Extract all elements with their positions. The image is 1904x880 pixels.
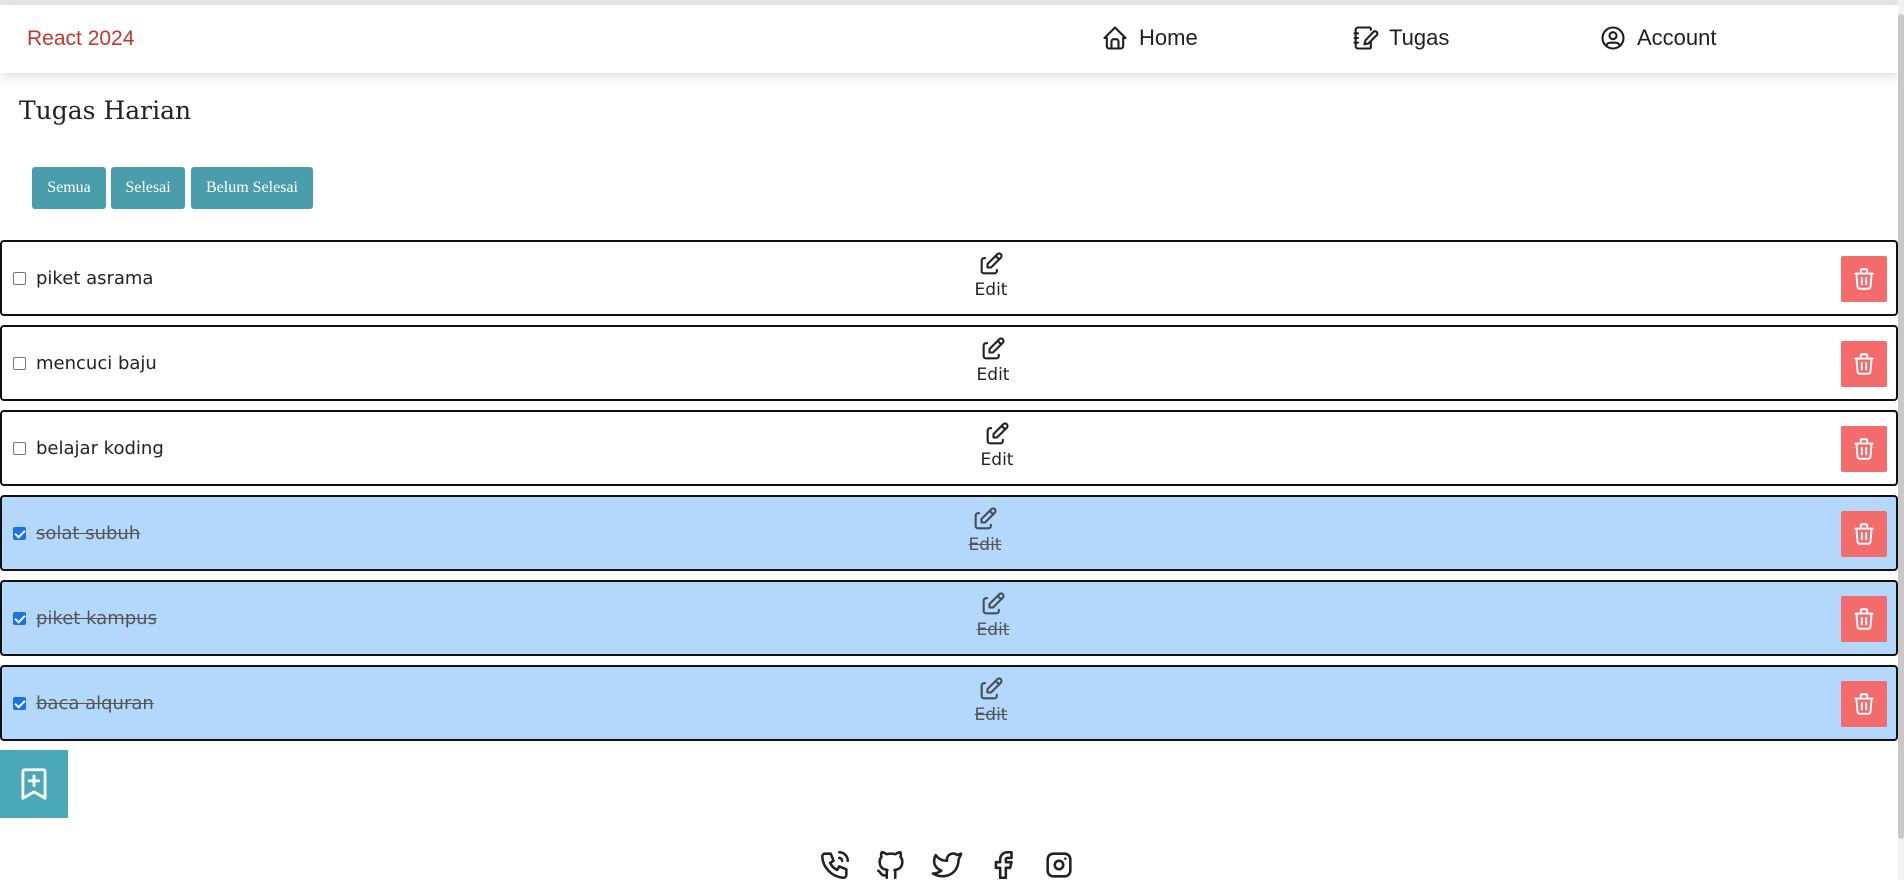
bookmark-plus-icon	[21, 768, 47, 800]
task-checkbox[interactable]	[13, 442, 26, 455]
page-title: Tugas Harian	[19, 96, 192, 125]
task-row: piket asrama Edit	[0, 240, 1898, 316]
task-row: solat subuh Edit	[0, 495, 1898, 571]
task-checkbox[interactable]	[13, 527, 26, 540]
filter-done-button[interactable]: Selesai	[111, 167, 185, 209]
task-row: baca alquran Edit	[0, 665, 1898, 741]
task-label: piket asrama	[36, 268, 154, 289]
home-icon	[1103, 26, 1127, 50]
edit-label: Edit	[976, 620, 1010, 640]
nav-tugas-label: Tugas	[1389, 25, 1450, 50]
task-label: mencuci baju	[36, 353, 157, 374]
edit-icon	[986, 422, 1009, 445]
footer-social-icons	[818, 848, 1076, 880]
edit-label: Edit	[980, 450, 1014, 470]
edit-label: Edit	[976, 365, 1010, 385]
edit-button[interactable]: Edit	[960, 505, 1010, 555]
delete-button[interactable]	[1841, 341, 1887, 387]
task-checkbox[interactable]	[13, 272, 26, 285]
task-row: mencuci baju Edit	[0, 325, 1898, 401]
brand-logo[interactable]: React 2024	[27, 27, 134, 51]
task-row: belajar koding Edit	[0, 410, 1898, 486]
nav-link-account[interactable]: Account	[1599, 24, 1717, 52]
trash-icon	[1854, 608, 1874, 630]
task-checkbox[interactable]	[13, 612, 26, 625]
delete-button[interactable]	[1841, 256, 1887, 302]
task-checkbox[interactable]	[13, 357, 26, 370]
edit-icon	[982, 592, 1005, 615]
scrollbar-thumb[interactable]	[1898, 14, 1904, 839]
task-row: piket kampus Edit	[0, 580, 1898, 656]
task-label: baca alquran	[36, 693, 154, 714]
edit-button[interactable]: Edit	[972, 420, 1022, 470]
nav-link-home[interactable]: Home	[1101, 24, 1198, 52]
trash-icon	[1854, 353, 1874, 375]
edit-icon	[974, 507, 997, 530]
task-label: belajar koding	[36, 438, 164, 459]
edit-button[interactable]: Edit	[966, 675, 1016, 725]
trash-icon	[1854, 523, 1874, 545]
trash-icon	[1854, 268, 1874, 290]
trash-icon	[1854, 693, 1874, 715]
filter-all-button[interactable]: Semua	[32, 167, 106, 209]
facebook-icon[interactable]	[986, 848, 1020, 880]
add-task-button[interactable]	[0, 750, 68, 818]
edit-label: Edit	[968, 535, 1002, 555]
instagram-icon[interactable]	[1042, 848, 1076, 880]
nav-home-label: Home	[1139, 25, 1198, 50]
navbar: React 2024 Home Tugas Account	[0, 5, 1898, 73]
user-circle-icon	[1601, 26, 1625, 50]
edit-label: Edit	[974, 280, 1008, 300]
github-icon[interactable]	[874, 848, 908, 880]
delete-button[interactable]	[1841, 511, 1887, 557]
task-checkbox[interactable]	[13, 697, 26, 710]
page-scrollbar[interactable]	[1898, 0, 1904, 880]
task-label: piket kampus	[36, 608, 157, 629]
edit-label: Edit	[974, 705, 1008, 725]
delete-button[interactable]	[1841, 426, 1887, 472]
edit-button[interactable]: Edit	[968, 335, 1018, 385]
delete-button[interactable]	[1841, 681, 1887, 727]
twitter-icon[interactable]	[930, 848, 964, 880]
edit-icon	[980, 677, 1003, 700]
edit-icon	[980, 252, 1003, 275]
nav-link-tugas[interactable]: Tugas	[1351, 24, 1449, 52]
task-list: piket asrama Edit mencuci baju Edit bela…	[0, 240, 1898, 750]
edit-icon	[982, 337, 1005, 360]
edit-button[interactable]: Edit	[968, 590, 1018, 640]
notebook-edit-icon	[1353, 26, 1379, 50]
task-label: solat subuh	[36, 523, 141, 544]
trash-icon	[1854, 438, 1874, 460]
phone-icon[interactable]	[818, 848, 852, 880]
filter-undone-button[interactable]: Belum Selesai	[191, 167, 313, 209]
edit-button[interactable]: Edit	[966, 250, 1016, 300]
nav-account-label: Account	[1637, 25, 1717, 50]
delete-button[interactable]	[1841, 596, 1887, 642]
